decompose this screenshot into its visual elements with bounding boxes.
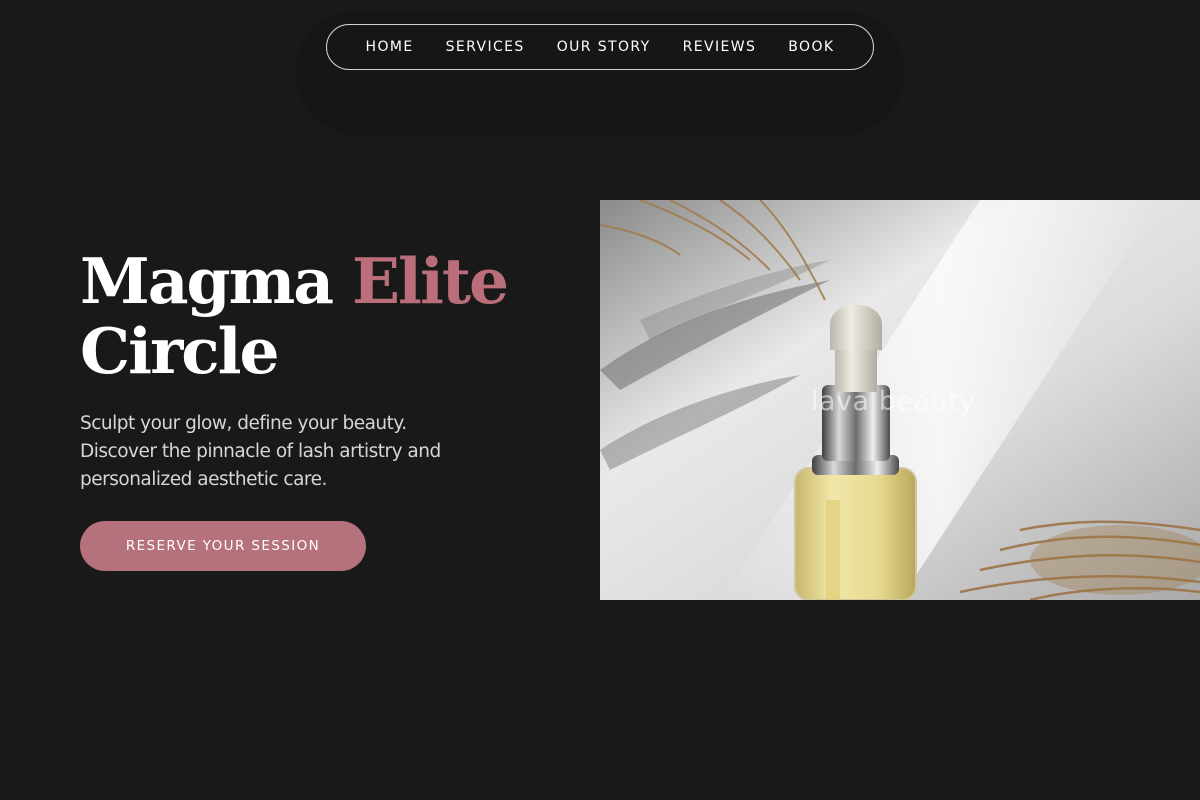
hero-product-image: lava beauty	[600, 200, 1200, 600]
hero-title-word-magma: Magma	[80, 244, 334, 318]
reserve-session-button[interactable]: RESERVE YOUR SESSION	[80, 521, 366, 571]
hero-title-word-circle: Circle	[80, 314, 280, 388]
nav-item-reviews[interactable]: REVIEWS	[683, 39, 757, 55]
nav-item-book[interactable]: BOOK	[788, 39, 834, 55]
hero-subtitle-line: Discover the pinnacle of lash artistry a…	[80, 441, 441, 462]
nav-item-home[interactable]: HOME	[366, 39, 414, 55]
landing-page: HOME SERVICES OUR STORY REVIEWS BOOK Mag…	[0, 0, 1200, 800]
hero-subtitle-line: Sculpt your glow, define your beauty.	[80, 413, 407, 434]
main-nav: HOME SERVICES OUR STORY REVIEWS BOOK	[326, 24, 874, 70]
nav-item-services[interactable]: SERVICES	[446, 39, 525, 55]
hero-title: Magma Elite Circle	[80, 246, 580, 386]
hero-title-accent: Elite	[352, 244, 509, 318]
image-watermark: lava beauty	[811, 386, 976, 417]
hero-subtitle: Sculpt your glow, define your beauty. Di…	[80, 410, 520, 494]
hero-subtitle-line: personalized aesthetic care.	[80, 469, 327, 490]
hero-title-line-1: Magma Elite	[80, 246, 580, 316]
nav-item-our-story[interactable]: OUR STORY	[557, 39, 651, 55]
